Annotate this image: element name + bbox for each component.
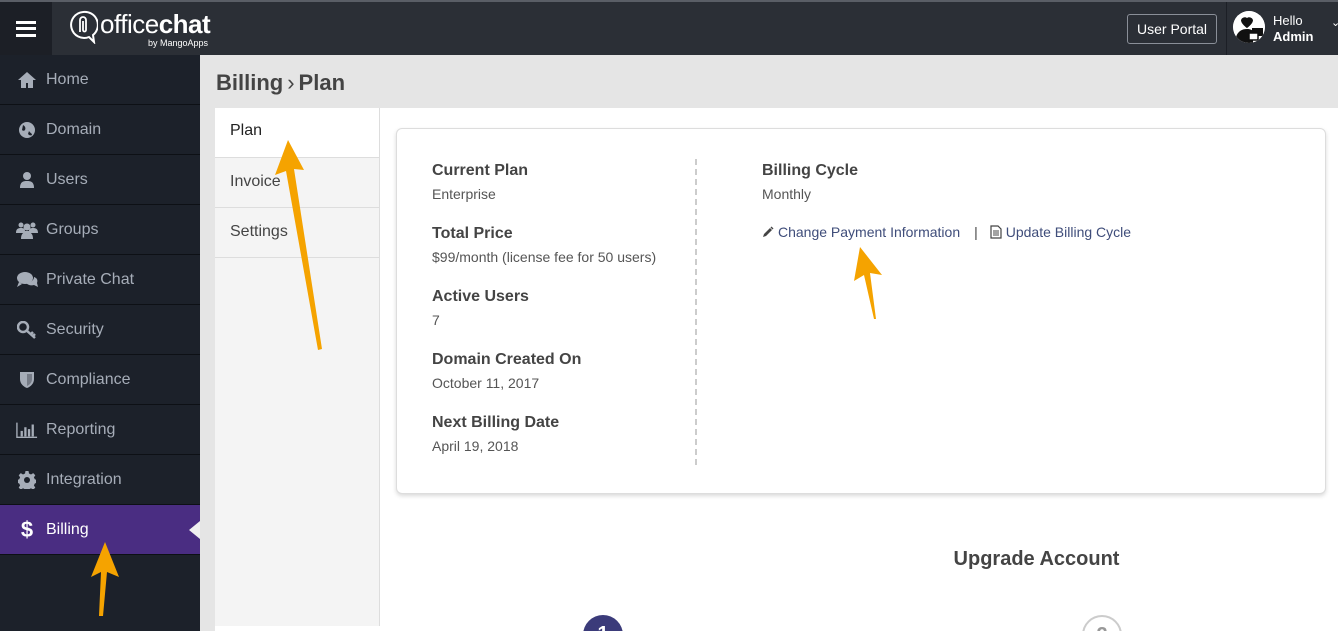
officechat-logo[interactable]: officechat by MangoApps <box>68 9 211 50</box>
total-price-field: Total Price $99/month (license fee for 5… <box>432 224 692 270</box>
user-greeting: Hello Admin <box>1273 13 1314 44</box>
user-icon <box>16 170 38 190</box>
pencil-icon <box>763 226 774 237</box>
page-header: Billing › Plan <box>200 55 1338 108</box>
field-value: Enterprise <box>432 186 496 202</box>
users-group-icon <box>16 220 38 240</box>
shield-icon <box>16 370 38 390</box>
username: Admin <box>1273 29 1314 44</box>
sidebar-item-compliance[interactable]: Compliance <box>0 355 200 405</box>
sidebar-item-label: Billing <box>46 520 89 538</box>
update-billing-cycle-link[interactable]: Update Billing Cycle <box>990 224 1131 240</box>
sidebar-item-users[interactable]: Users <box>0 155 200 205</box>
sidebar-item-domain[interactable]: Domain <box>0 105 200 155</box>
bar-chart-icon <box>16 420 38 440</box>
change-payment-link[interactable]: Change Payment Information <box>762 224 960 240</box>
field-label: Domain Created On <box>432 351 582 368</box>
active-users-field: Active Users 7 <box>432 287 692 333</box>
field-label: Total Price <box>432 225 513 242</box>
domain-created-field: Domain Created On October 11, 2017 <box>432 350 692 396</box>
breadcrumb-plan: Plan <box>298 70 346 95</box>
sidebar: Home Domain Users Groups Private Chat Se… <box>0 55 200 631</box>
gear-icon <box>16 470 38 490</box>
upgrade-step-2: 2 <box>1082 615 1122 631</box>
link-separator: | <box>974 224 978 240</box>
field-label: Next Billing Date <box>432 414 560 431</box>
billing-cycle-field: Billing Cycle Monthly <box>762 161 1302 207</box>
menu-toggle-button[interactable] <box>0 2 52 55</box>
breadcrumb-billing[interactable]: Billing <box>216 70 283 95</box>
plan-details-card: Current Plan Enterprise Total Price $99/… <box>396 128 1326 494</box>
sidebar-item-security[interactable]: Security <box>0 305 200 355</box>
field-value: 7 <box>432 312 440 328</box>
billing-actions: Change Payment Information | Update Bill… <box>762 224 1302 240</box>
field-value: October 11, 2017 <box>432 375 540 391</box>
logo-byline: by MangoApps <box>148 38 209 48</box>
sidebar-item-reporting[interactable]: Reporting <box>0 405 200 455</box>
upgrade-account-heading: Upgrade Account <box>953 548 1120 570</box>
home-icon <box>16 70 38 90</box>
sidebar-item-label: Domain <box>46 120 102 138</box>
field-label: Current Plan <box>432 162 529 179</box>
sidebar-item-billing[interactable]: $ Billing <box>0 505 200 555</box>
billing-cycle-column: Billing Cycle Monthly Change Payment Inf… <box>762 161 1302 240</box>
sidebar-item-integration[interactable]: Integration <box>0 455 200 505</box>
sidebar-item-label: Integration <box>46 470 122 488</box>
plan-info-column: Current Plan Enterprise Total Price $99/… <box>432 161 692 476</box>
subnav-item-plan[interactable]: Plan <box>215 108 379 158</box>
top-bar: officechat by MangoApps User Portal Hell… <box>0 0 1338 55</box>
breadcrumb: Billing › Plan <box>216 70 345 96</box>
paperclip-bubble-icon <box>70 10 98 44</box>
sidebar-item-label: Security <box>46 320 104 338</box>
user-avatar-icon <box>1233 11 1265 43</box>
logo-wordmark: officechat <box>100 9 211 39</box>
breadcrumb-separator: › <box>287 70 295 95</box>
main-content: Plan Invoice Settings Current Plan Enter… <box>215 108 1338 631</box>
sidebar-item-groups[interactable]: Groups <box>0 205 200 255</box>
column-divider <box>695 159 697 465</box>
sidebar-item-label: Groups <box>46 220 99 238</box>
next-billing-date-field: Next Billing Date April 19, 2018 <box>432 413 692 459</box>
user-menu[interactable]: Hello Admin ⌄ <box>1226 2 1338 55</box>
field-value: Monthly <box>762 186 812 202</box>
current-plan-field: Current Plan Enterprise <box>432 161 692 207</box>
sidebar-item-label: Private Chat <box>46 270 135 288</box>
upgrade-step-1: 1 <box>583 615 623 631</box>
sidebar-item-label: Compliance <box>46 370 131 388</box>
sidebar-item-home[interactable]: Home <box>0 55 200 105</box>
subnav-item-invoice[interactable]: Invoice <box>215 158 379 208</box>
globe-icon <box>16 120 38 140</box>
field-label: Active Users <box>432 288 529 305</box>
sidebar-item-label: Users <box>46 170 88 188</box>
key-icon <box>16 320 38 340</box>
user-portal-button[interactable]: User Portal <box>1127 14 1218 44</box>
field-label: Billing Cycle <box>762 162 859 179</box>
document-icon <box>990 225 1002 239</box>
subnav-item-settings[interactable]: Settings <box>215 208 379 258</box>
sidebar-item-label: Reporting <box>46 420 116 438</box>
hamburger-menu-icon <box>16 20 36 37</box>
avatar <box>1233 11 1265 43</box>
dollar-icon: $ <box>20 516 34 542</box>
sidebar-item-private-chat[interactable]: Private Chat <box>0 255 200 305</box>
field-value: $99/month (license fee for 50 users) <box>432 249 657 265</box>
chevron-down-icon: ⌄ <box>1331 17 1338 29</box>
sidebar-item-label: Home <box>46 70 89 88</box>
chat-bubbles-icon <box>16 270 38 290</box>
field-value: April 19, 2018 <box>432 438 519 454</box>
